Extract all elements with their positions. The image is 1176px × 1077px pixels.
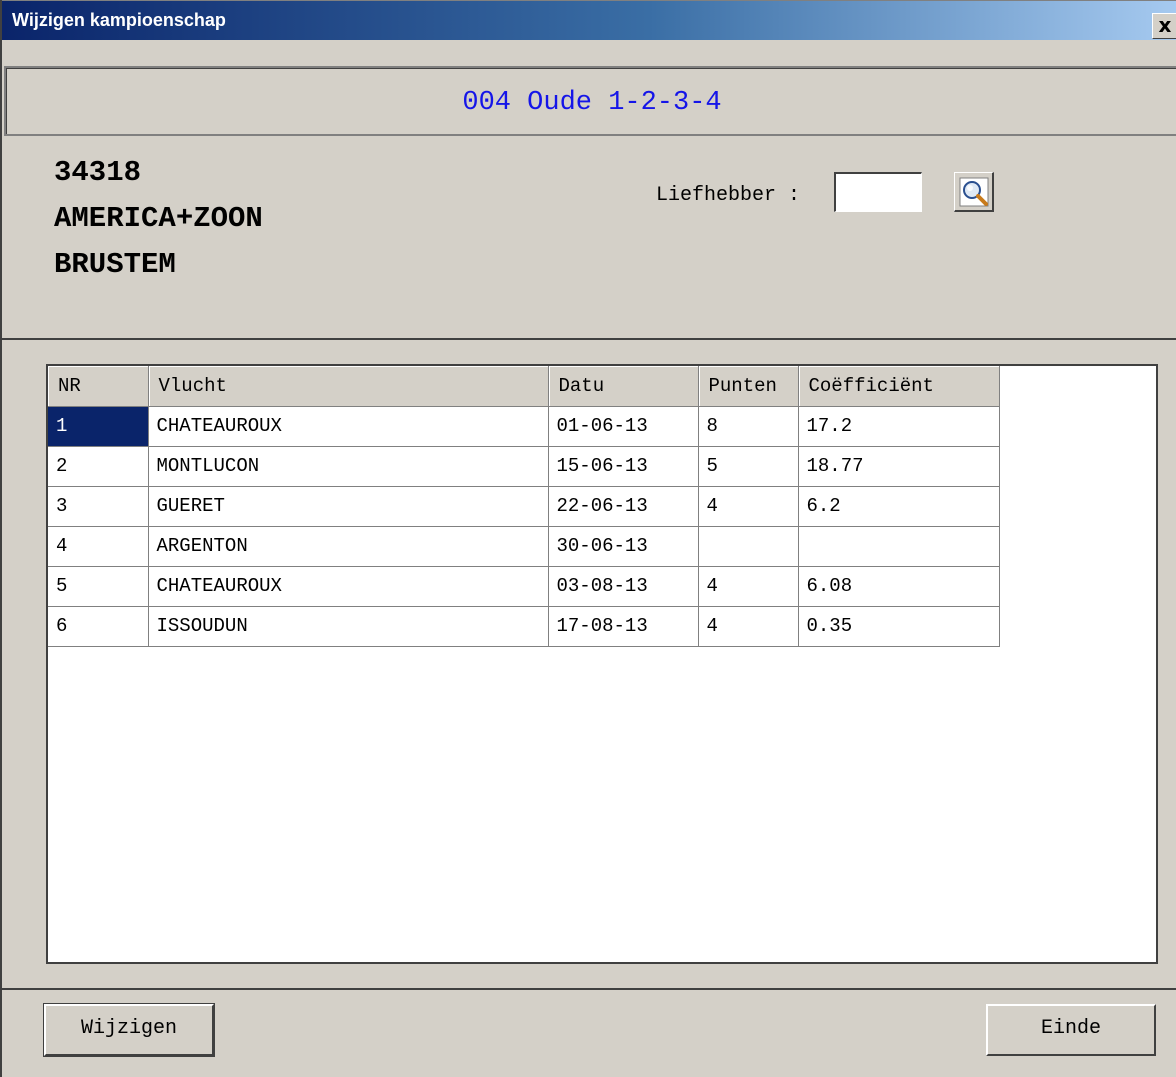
cell-coefficient[interactable]: 6.2 [798, 486, 1000, 527]
cell-punten[interactable]: 4 [698, 606, 799, 647]
cell-vlucht[interactable]: CHATEAUROUX [148, 406, 549, 447]
dialog-window: Wijzigen kampioenschap x 004 Oude 1-2-3-… [0, 0, 1176, 1077]
table-row[interactable]: 3 GUERET 22-06-13 4 6.2 [48, 486, 1000, 527]
magnifier-icon [959, 177, 989, 207]
divider [2, 338, 1176, 340]
cell-punten[interactable]: 4 [698, 566, 799, 607]
cell-punten[interactable]: 4 [698, 486, 799, 527]
cell-coefficient[interactable]: 6.08 [798, 566, 1000, 607]
cell-punten[interactable] [698, 526, 799, 567]
cell-nr[interactable]: 5 [48, 566, 149, 607]
column-header-nr[interactable]: NR [48, 366, 149, 407]
results-grid: NR Vlucht Datu Punten Coëfficiënt 1 CHAT… [48, 366, 1000, 647]
table-row[interactable]: 5 CHATEAUROUX 03-08-13 4 6.08 [48, 566, 1000, 607]
close-icon: x [1158, 13, 1172, 37]
cell-datu[interactable]: 30-06-13 [548, 526, 699, 567]
table-header-row: NR Vlucht Datu Punten Coëfficiënt [48, 366, 1000, 407]
cell-nr[interactable]: 3 [48, 486, 149, 527]
column-header-coefficient[interactable]: Coëfficiënt [798, 366, 1000, 407]
window-title: Wijzigen kampioenschap [12, 10, 226, 30]
cell-vlucht[interactable]: ARGENTON [148, 526, 549, 567]
cell-datu[interactable]: 15-06-13 [548, 446, 699, 487]
cell-nr[interactable]: 6 [48, 606, 149, 647]
cell-datu[interactable]: 22-06-13 [548, 486, 699, 527]
column-header-punten[interactable]: Punten [698, 366, 799, 407]
cell-vlucht[interactable]: MONTLUCON [148, 446, 549, 487]
wijzigen-button[interactable]: Wijzigen [43, 1003, 215, 1057]
member-info-panel: 34318 AMERICA+ZOON BRUSTEM Liefhebber : [4, 136, 1176, 340]
liefhebber-input[interactable] [834, 172, 922, 212]
cell-nr[interactable]: 4 [48, 526, 149, 567]
table-row[interactable]: 4 ARGENTON 30-06-13 [48, 526, 1000, 567]
cell-punten[interactable]: 5 [698, 446, 799, 487]
liefhebber-label: Liefhebber : [656, 184, 801, 207]
cell-datu[interactable]: 01-06-13 [548, 406, 699, 447]
results-table[interactable]: NR Vlucht Datu Punten Coëfficiënt 1 CHAT… [46, 364, 1158, 964]
member-number: 34318 [54, 156, 142, 189]
table-row[interactable]: 1 CHATEAUROUX 01-06-13 8 17.2 [48, 406, 1000, 447]
close-button[interactable]: x [1152, 13, 1176, 39]
cell-coefficient[interactable]: 17.2 [798, 406, 1000, 447]
table-row[interactable]: 2 MONTLUCON 15-06-13 5 18.77 [48, 446, 1000, 487]
cell-nr[interactable]: 1 [48, 406, 149, 447]
competition-header: 004 Oude 1-2-3-4 [4, 66, 1176, 136]
column-header-vlucht[interactable]: Vlucht [148, 366, 549, 407]
title-bar[interactable]: Wijzigen kampioenschap x [2, 0, 1176, 40]
cell-vlucht[interactable]: CHATEAUROUX [148, 566, 549, 607]
cell-coefficient[interactable]: 18.77 [798, 446, 1000, 487]
member-city: BRUSTEM [54, 248, 176, 281]
member-name: AMERICA+ZOON [54, 202, 263, 235]
table-row[interactable]: 6 ISSOUDUN 17-08-13 4 0.35 [48, 606, 1000, 647]
cell-vlucht[interactable]: GUERET [148, 486, 549, 527]
cell-nr[interactable]: 2 [48, 446, 149, 487]
divider [2, 988, 1176, 990]
cell-datu[interactable]: 03-08-13 [548, 566, 699, 607]
cell-coefficient[interactable] [798, 526, 1000, 567]
column-header-datu[interactable]: Datu [548, 366, 699, 407]
cell-vlucht[interactable]: ISSOUDUN [148, 606, 549, 647]
cell-datu[interactable]: 17-08-13 [548, 606, 699, 647]
cell-coefficient[interactable]: 0.35 [798, 606, 1000, 647]
search-button[interactable] [954, 172, 994, 212]
einde-button[interactable]: Einde [986, 1004, 1156, 1056]
competition-title: 004 Oude 1-2-3-4 [462, 88, 722, 118]
cell-punten[interactable]: 8 [698, 406, 799, 447]
